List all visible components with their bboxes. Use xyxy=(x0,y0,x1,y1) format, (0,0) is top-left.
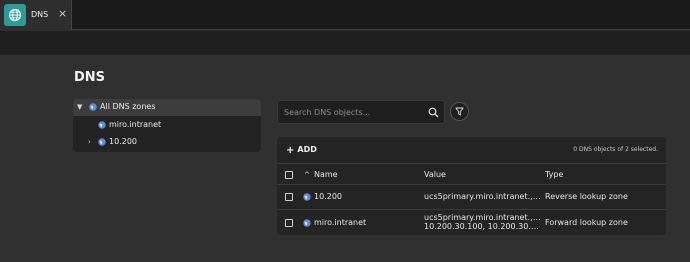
globe-icon xyxy=(303,193,311,201)
dns-objects-grid: + ADD 0 DNS objects of 2 selected. ^ Name… xyxy=(277,137,666,235)
globe-icon xyxy=(98,121,106,129)
select-all-checkbox[interactable] xyxy=(285,171,293,179)
selection-info: 0 DNS objects of 2 selected. xyxy=(573,146,658,153)
column-header-value[interactable]: Value xyxy=(424,170,446,179)
tree-item-10-200[interactable]: › 10.200 xyxy=(73,134,261,151)
filter-icon xyxy=(455,107,464,116)
table-row[interactable]: 10.200 ucs5primary.miro.intranet., ucs5r… xyxy=(277,185,666,210)
row-checkbox[interactable] xyxy=(285,193,293,201)
add-label: ADD xyxy=(297,145,317,154)
cell-name: 10.200 xyxy=(314,192,342,201)
column-header-type[interactable]: Type xyxy=(545,170,563,179)
tab-bar: DNS × xyxy=(0,0,690,30)
tab-dns[interactable]: DNS × xyxy=(0,0,72,30)
tree-item-label: 10.200 xyxy=(109,137,137,146)
search-input[interactable] xyxy=(284,105,424,120)
close-icon[interactable]: × xyxy=(58,8,67,20)
dns-globe-icon xyxy=(4,4,26,26)
search-icon[interactable] xyxy=(428,107,439,118)
cell-value: ucs5primary.miro.intranet., ucs5r... xyxy=(424,192,542,201)
sort-ascending-icon[interactable]: ^ xyxy=(304,171,310,179)
page-title: DNS xyxy=(74,70,106,85)
tree-item-all-dns-zones[interactable]: ▼ All DNS zones xyxy=(73,99,261,116)
cell-value-line: 10.200.30.100, 10.200.30.101, 10.... xyxy=(424,222,542,231)
tree-item-miro-intranet[interactable]: miro.intranet xyxy=(73,117,261,134)
globe-icon xyxy=(89,103,97,111)
tab-label: DNS xyxy=(31,10,49,19)
table-row[interactable]: miro.intranet ucs5primary.miro.intranet.… xyxy=(277,210,666,235)
add-button[interactable]: + ADD xyxy=(286,145,317,156)
grid-header: ^ Name Value Type xyxy=(277,163,666,185)
tree-item-label: All DNS zones xyxy=(100,102,156,111)
grid-toolbar: + ADD 0 DNS objects of 2 selected. xyxy=(277,137,666,163)
cell-name: miro.intranet xyxy=(314,218,367,227)
row-checkbox[interactable] xyxy=(285,219,293,227)
plus-icon: + xyxy=(286,145,295,156)
globe-icon xyxy=(98,138,106,146)
tree-item-label: miro.intranet xyxy=(109,120,162,129)
header-bar xyxy=(0,31,690,55)
filter-button[interactable] xyxy=(450,102,469,121)
search-box xyxy=(277,100,445,124)
cell-value: ucs5primary.miro.intranet., ucs5r... 10.… xyxy=(424,213,542,231)
dns-zone-tree: ▼ All DNS zones miro.intranet › 10.200 xyxy=(73,99,261,152)
chevron-right-icon[interactable]: › xyxy=(88,138,91,146)
globe-icon xyxy=(303,219,311,227)
cell-value-line: ucs5primary.miro.intranet., ucs5r... xyxy=(424,213,542,222)
cell-type: Forward lookup zone xyxy=(545,218,628,227)
chevron-down-icon[interactable]: ▼ xyxy=(77,103,82,111)
cell-type: Reverse lookup zone xyxy=(545,192,628,201)
column-header-name[interactable]: Name xyxy=(314,170,338,179)
